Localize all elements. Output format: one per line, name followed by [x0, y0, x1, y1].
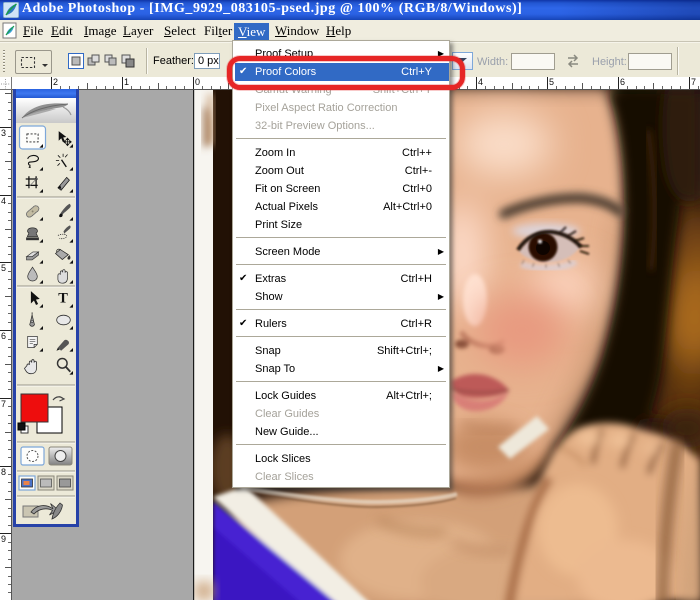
svg-text:T: T — [58, 291, 68, 307]
